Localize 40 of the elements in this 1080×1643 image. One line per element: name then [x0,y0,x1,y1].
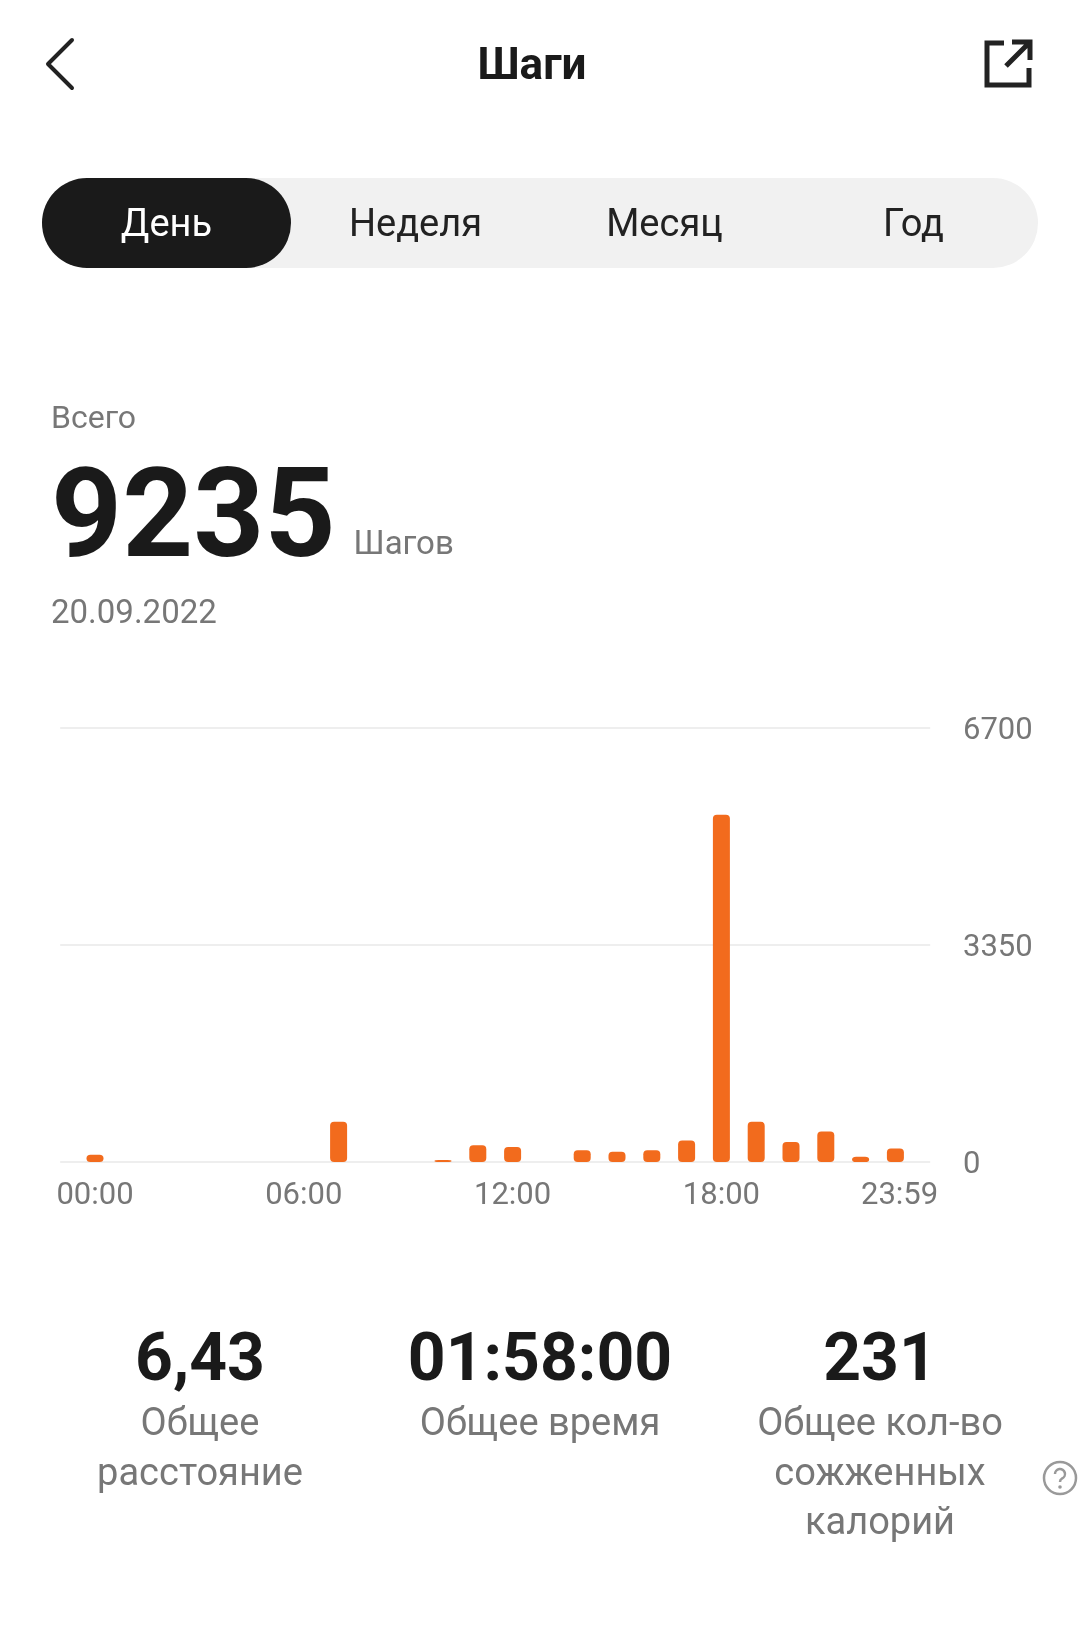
x-axis-label: 00:00 [56,1174,134,1212]
bar [747,1121,765,1162]
stat-label: Общее расстояние [96,1399,304,1496]
bar [573,1150,591,1162]
y-axis-label: 6700 [963,709,1033,747]
bar [782,1141,800,1162]
bar [852,1156,870,1162]
bar [817,1131,835,1162]
bar [434,1159,452,1162]
period-tab[interactable]: Год [789,178,1038,268]
period-tab[interactable]: День [42,178,291,268]
total-steps-value: 9235 [51,449,336,580]
share-icon [982,38,1034,90]
bar [330,1121,348,1162]
x-axis-label: 23:59 [861,1174,939,1212]
stat-label: Общее кол-во сожженных калорий [756,1399,1004,1546]
bar [886,1148,904,1162]
bar [608,1151,626,1162]
x-axis-label: 06:00 [265,1174,343,1212]
y-axis-label: 3350 [963,926,1033,964]
x-axis-label: 12:00 [474,1174,552,1212]
bar [643,1150,661,1162]
period-tab[interactable]: Месяц [540,178,789,268]
y-axis-label: 0 [963,1143,981,1181]
stat-value: 231 [823,1321,937,1395]
bar [678,1140,696,1162]
help-icon[interactable] [1042,1459,1078,1496]
period-tab[interactable]: Неделя [291,178,540,268]
bar [504,1146,522,1162]
date-label: 20.09.2022 [51,591,218,634]
x-axis-label: 18:00 [682,1174,760,1212]
bar [86,1154,104,1162]
stat-value: 01:58:00 [407,1321,673,1395]
back-icon [44,36,76,92]
bar [469,1144,487,1162]
steps-unit: Шагов [353,521,454,564]
stat-value: 6,43 [135,1321,265,1395]
stat-label: Общее время [419,1399,661,1447]
total-label: Всего [51,397,138,438]
page-title: Шаги [477,37,587,92]
